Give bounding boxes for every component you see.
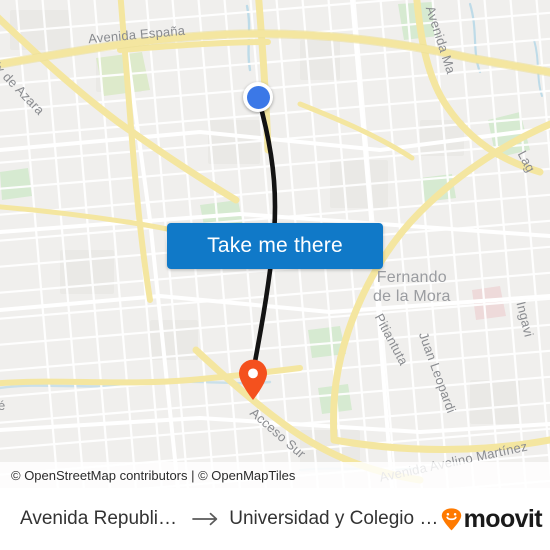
destination-marker[interactable] bbox=[237, 359, 269, 401]
moovit-map-screen: Avenida España élix de Azara Avenida Ma … bbox=[0, 0, 550, 550]
footer-origin-label: Avenida Republica A... bbox=[20, 508, 183, 529]
moovit-wordmark: moovit bbox=[463, 504, 543, 533]
map-canvas[interactable]: Avenida España élix de Azara Avenida Ma … bbox=[0, 0, 550, 488]
map-attribution-bar: © OpenStreetMap contributors | © OpenMap… bbox=[0, 462, 550, 488]
take-me-there-button[interactable]: Take me there bbox=[167, 223, 383, 269]
trip-footer-bar: Avenida Republica A... Universidad y Col… bbox=[0, 488, 550, 550]
arrow-right-icon bbox=[192, 512, 220, 526]
moovit-smiley-pin-icon bbox=[441, 507, 462, 531]
map-pin-icon bbox=[239, 359, 267, 400]
origin-marker[interactable] bbox=[243, 82, 273, 112]
origin-marker-dot bbox=[246, 85, 270, 109]
map-attribution-text: © OpenStreetMap contributors | © OpenMap… bbox=[11, 467, 296, 483]
moovit-brand[interactable]: moovit bbox=[441, 504, 543, 534]
footer-destination-label: Universidad y Colegio Japo... bbox=[229, 508, 440, 529]
